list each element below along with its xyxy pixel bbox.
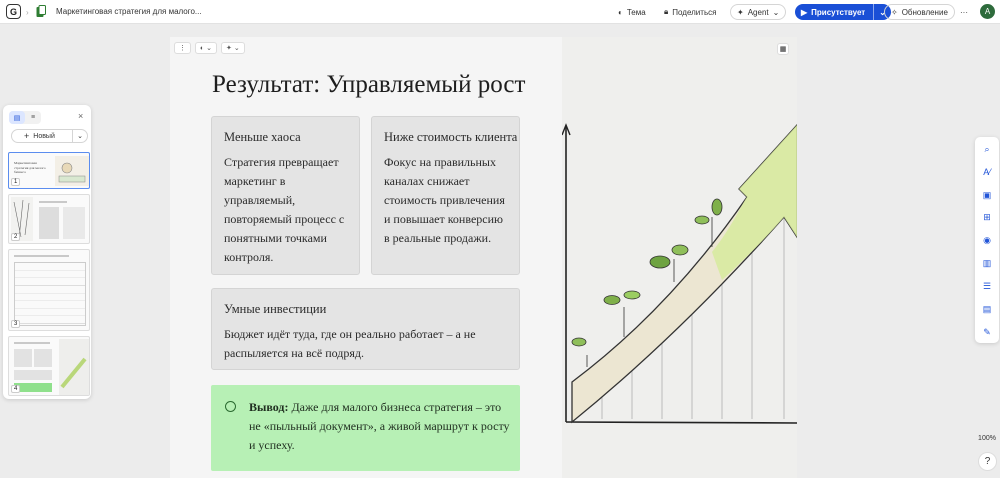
calendar-icon[interactable]: ▦ — [777, 43, 789, 55]
edit-icon[interactable]: ✎ — [975, 324, 999, 340]
chevron-right-icon: › — [26, 8, 29, 17]
conclusion-callout[interactable]: Вывод: Даже для малого бизнеса стратегия… — [211, 385, 520, 471]
text-style-icon[interactable]: A⁄ — [975, 164, 999, 180]
thumbnail-title: Маркетинговая стратегия для малого бизне… — [14, 161, 46, 175]
agent-button[interactable]: ✦ Agent ⌄ — [730, 4, 787, 20]
slide-thumbnail-1[interactable]: Маркетинговая стратегия для малого бизне… — [8, 152, 90, 189]
conclusion-label: Вывод: — [249, 400, 289, 414]
conclusion-text: Вывод: Даже для малого бизнеса стратегия… — [249, 398, 511, 455]
toggle-icon[interactable]: ◉ — [975, 232, 999, 248]
slide-number: 1 — [11, 178, 21, 186]
thumbnail-line — [39, 201, 67, 203]
slide-number: 4 — [11, 385, 21, 393]
more-menu-icon[interactable]: ··· — [960, 4, 968, 20]
slide-toolbar: ⋮ ◐ ⌄ ✦ ⌄ — [174, 42, 245, 54]
new-slide-button[interactable]: + Новый ⌄ — [11, 129, 88, 143]
search-icon[interactable]: ⌕ — [975, 141, 999, 157]
conclusion-body: Даже для малого бизнеса стратегия – это … — [249, 400, 510, 452]
thumbnail-block — [14, 349, 32, 367]
thumbnail-line — [14, 342, 50, 344]
card-heading: Ниже стоимость клиента — [384, 130, 518, 144]
palette-icon[interactable]: ◐ ⌄ — [195, 42, 218, 54]
play-icon: ▶ — [801, 7, 808, 17]
top-bar: G › Маркетинговая стратегия для малого..… — [0, 0, 1000, 24]
card-less-chaos[interactable]: Меньше хаоса Стратегия превращает маркет… — [211, 116, 360, 275]
sparkle-icon: ✧ — [891, 7, 898, 17]
avatar[interactable]: A — [980, 4, 995, 19]
document-icon — [36, 5, 46, 17]
present-button[interactable]: ▶ Присутствует ⌄ — [795, 4, 891, 20]
thumbnail-illustration — [59, 339, 89, 395]
share-button[interactable]: 🔒︎ Поделиться — [664, 4, 716, 20]
zoom-level[interactable]: 100% — [975, 435, 999, 442]
card-body: Стратегия превращает маркетинг в управля… — [224, 155, 345, 264]
slide-number: 3 — [11, 320, 21, 328]
slide-thumbnail-2[interactable]: 2 — [8, 194, 90, 244]
card-body: Фокус на правильных каналах снижает стои… — [384, 155, 505, 245]
view-toggle: ▤ ≡ — [9, 111, 41, 124]
sparkle-icon[interactable]: ✦ ⌄ — [221, 42, 245, 54]
card-layout-icon[interactable]: ▤ — [975, 301, 999, 317]
check-circle-icon — [225, 401, 236, 412]
card-lower-cost[interactable]: Ниже стоимость клиента Фокус на правильн… — [371, 116, 520, 275]
chevron-down-icon[interactable]: ⌄ — [72, 130, 87, 142]
sparkle-icon: ✦ — [737, 7, 744, 17]
table-icon[interactable]: ☰ — [975, 278, 999, 294]
update-button[interactable]: ✧ Обновление — [884, 4, 955, 20]
card-smart-investments[interactable]: Умные инвестиции Бюджет идёт туда, где о… — [211, 288, 520, 370]
chevron-down-icon: ⌄ — [772, 7, 780, 17]
plus-icon: + — [24, 131, 30, 141]
growth-chart-illustration — [561, 123, 797, 424]
list-view-icon[interactable]: ≡ — [25, 111, 41, 124]
insert-toolbar: ⌕ A⁄ ▣ ⊞ ◉ ▥ ☰ ▤ ✎ — [975, 137, 999, 343]
close-icon[interactable]: × — [78, 111, 83, 121]
slide-title[interactable]: Результат: Управляемый рост — [212, 71, 525, 99]
app-logo[interactable]: G — [6, 4, 21, 19]
lock-icon: 🔒︎ — [664, 7, 669, 16]
thumbnail-block — [34, 349, 52, 367]
slide-illustration-area — [561, 37, 797, 478]
thumbnail-line — [14, 255, 69, 257]
thumbnail-illustration — [55, 156, 89, 186]
thumbnail-block — [63, 207, 85, 239]
card-body: Бюджет идёт туда, где он реально работае… — [224, 327, 476, 360]
thumbnail-table — [14, 262, 86, 326]
slide-number: 2 — [11, 233, 21, 241]
card-heading: Умные инвестиции — [224, 302, 327, 316]
document-title[interactable]: Маркетинговая стратегия для малого... — [56, 7, 202, 16]
help-button[interactable]: ? — [978, 452, 997, 471]
thumbnail-block — [39, 207, 59, 239]
image-icon[interactable]: ▣ — [975, 187, 999, 203]
drag-handle-icon[interactable]: ⋮ — [174, 42, 191, 54]
slide-canvas[interactable]: ⋮ ◐ ⌄ ✦ ⌄ ▦ Результат: Управляемый рост … — [170, 37, 797, 478]
chart-icon[interactable]: ▥ — [975, 255, 999, 271]
slide-thumbnail-4[interactable]: 4 — [8, 336, 90, 396]
palette-icon: ◐ — [618, 7, 623, 17]
slide-thumbnails-panel: ▤ ≡ × + Новый ⌄ Маркетинговая стратегия … — [3, 105, 91, 399]
theme-button[interactable]: ◐ Тема — [618, 4, 646, 20]
thumbnail-block — [14, 370, 52, 380]
grid-view-icon[interactable]: ▤ — [9, 111, 25, 124]
slide-thumbnail-3[interactable]: 3 — [8, 249, 90, 331]
card-heading: Меньше хаоса — [224, 130, 301, 144]
layout-icon[interactable]: ⊞ — [975, 209, 999, 225]
